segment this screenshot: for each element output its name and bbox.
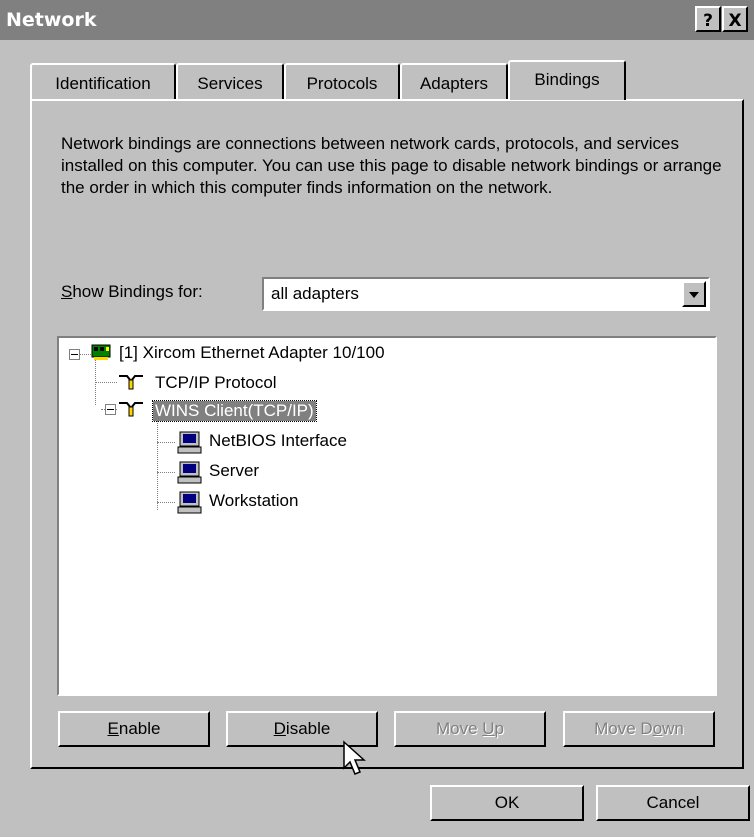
cancel-button[interactable]: Cancel [596, 785, 750, 821]
show-bindings-value: all adapters [271, 284, 359, 303]
tree-connector [157, 502, 175, 503]
tab-bindings[interactable]: Bindings [508, 60, 626, 100]
tree-item-workstation[interactable]: Workstation [209, 491, 298, 511]
computer-service-icon [177, 461, 202, 484]
title-bar[interactable]: Network ? X [0, 0, 754, 40]
computer-service-icon [177, 431, 202, 454]
tree-item-netbios[interactable]: NetBIOS Interface [209, 431, 347, 451]
show-bindings-mnemonic: S [61, 282, 73, 301]
tree-item-tcpip[interactable]: TCP/IP Protocol [155, 373, 277, 393]
show-bindings-dropdown[interactable]: all adapters [262, 277, 710, 311]
enable-label: nable [118, 719, 161, 738]
tab-adapters[interactable]: Adapters [400, 63, 508, 99]
move-down-button[interactable]: Move Down [563, 711, 715, 747]
tree-item-server[interactable]: Server [209, 461, 259, 481]
dropdown-arrow-icon[interactable] [682, 281, 706, 307]
move-up-label-pre: Move [435, 719, 483, 738]
collapse-icon[interactable] [69, 349, 80, 360]
move-down-label-pre: Move D [594, 719, 653, 738]
enable-mnemonic: E [107, 719, 119, 738]
disable-mnemonic: D [273, 719, 286, 738]
tree-connector [157, 420, 158, 510]
close-button[interactable]: X [722, 6, 748, 32]
move-down-label: wn [662, 719, 684, 738]
mouse-pointer-icon [343, 740, 366, 775]
help-button[interactable]: ? [695, 6, 721, 32]
move-down-mnemonic: o [652, 719, 663, 738]
tab-protocols[interactable]: Protocols [284, 63, 400, 99]
tree-item-adapter[interactable]: [1] Xircom Ethernet Adapter 10/100 [119, 343, 385, 363]
collapse-icon[interactable] [105, 404, 116, 415]
move-up-button[interactable]: Move Up [394, 711, 546, 747]
show-bindings-label: Show Bindings for: [61, 282, 203, 302]
protocol-cable-icon [119, 402, 143, 417]
disable-label: isable [285, 719, 331, 738]
move-up-mnemonic: U [482, 719, 495, 738]
tree-connector [79, 354, 91, 355]
protocol-cable-icon [119, 375, 143, 390]
ok-button[interactable]: OK [430, 785, 584, 821]
tree-item-wins-client[interactable]: WINS Client(TCP/IP) [152, 400, 317, 422]
tab-identification[interactable]: Identification [30, 63, 176, 99]
network-card-icon [91, 344, 111, 360]
show-bindings-label-text: how Bindings for: [72, 282, 203, 301]
enable-button[interactable]: Enable [58, 711, 210, 747]
tree-connector [157, 442, 175, 443]
move-up-label: p [494, 719, 505, 738]
bindings-tree[interactable]: [1] Xircom Ethernet Adapter 10/100 TCP/I… [57, 336, 717, 696]
window-title: Network [6, 9, 97, 31]
tab-services[interactable]: Services [176, 63, 284, 99]
tree-connector [157, 472, 175, 473]
computer-service-icon [177, 491, 202, 514]
bindings-description: Network bindings are connections between… [61, 134, 722, 197]
tree-connector [95, 382, 117, 383]
